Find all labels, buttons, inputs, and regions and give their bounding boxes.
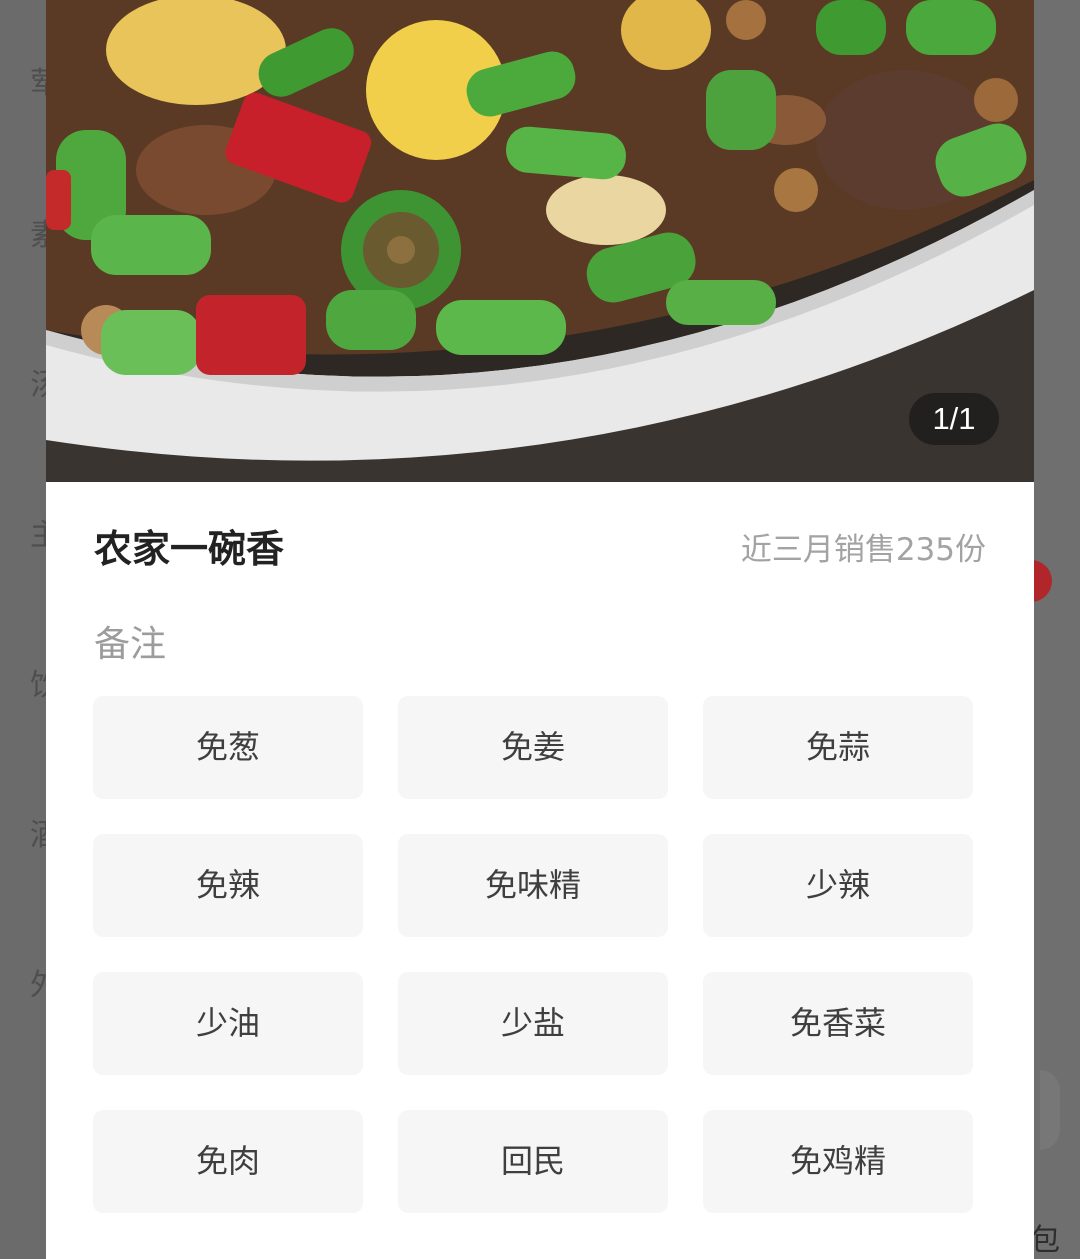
dish-photo-illustration (46, 0, 1034, 482)
image-counter: 1/1 (909, 393, 999, 445)
remark-option-no-ginger[interactable]: 免姜 (398, 696, 668, 799)
remark-option-halal[interactable]: 回民 (398, 1110, 668, 1213)
remark-section-title: 备注 (94, 624, 167, 665)
remark-option-no-cilantro[interactable]: 免香菜 (703, 972, 973, 1075)
remark-option-no-meat[interactable]: 免肉 (93, 1110, 363, 1213)
background-bottom-label: 包 (1030, 1223, 1060, 1258)
remark-option-less-oil[interactable]: 少油 (93, 972, 363, 1075)
remark-option-less-salt[interactable]: 少盐 (398, 972, 668, 1075)
remark-option-no-chicken-essence[interactable]: 免鸡精 (703, 1110, 973, 1213)
dish-photo[interactable]: 1/1 (46, 0, 1034, 482)
background-float-button (1040, 1070, 1060, 1150)
remark-options-grid: 免葱 免姜 免蒜 免辣 免味精 少辣 少油 少盐 免香菜 免肉 回民 免鸡精 (93, 696, 974, 1213)
remark-option-less-spicy[interactable]: 少辣 (703, 834, 973, 937)
remark-option-no-garlic[interactable]: 免蒜 (703, 696, 973, 799)
dish-detail-modal: 1/1 农家一碗香 近三月销售235份 备注 免葱 免姜 免蒜 免辣 免味精 少… (46, 0, 1034, 1259)
remark-option-no-scallion[interactable]: 免葱 (93, 696, 363, 799)
sales-count: 近三月销售235份 (740, 532, 986, 568)
remark-option-no-msg[interactable]: 免味精 (398, 834, 668, 937)
dish-name: 农家一碗香 (94, 527, 285, 571)
remark-option-not-spicy[interactable]: 免辣 (93, 834, 363, 937)
background-category-sidebar: 荤 素 汤 主 饮 酒 外 (0, 0, 50, 1259)
